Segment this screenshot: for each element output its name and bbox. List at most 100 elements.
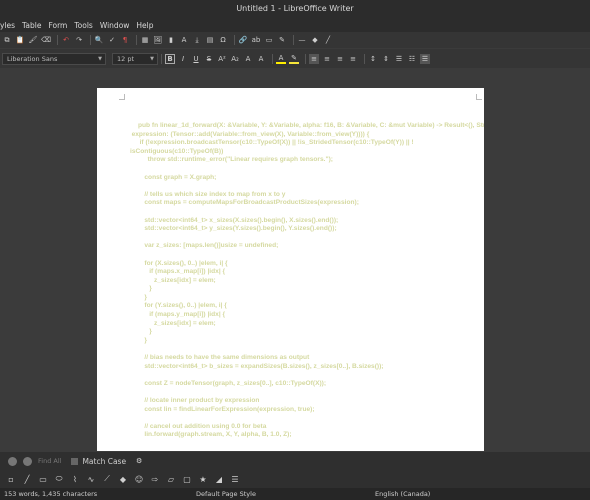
document-line[interactable] xyxy=(130,388,470,397)
line-tool-icon[interactable]: ╱ xyxy=(22,474,32,484)
document-line[interactable]: } xyxy=(130,294,470,303)
document-line[interactable]: } xyxy=(130,337,470,346)
ellipse-icon[interactable]: ⬭ xyxy=(54,474,64,484)
line-spacing-icon[interactable]: ↕ xyxy=(368,54,378,64)
document-body-text[interactable]: pub fn linear_1d_forward(X: &Variable, Y… xyxy=(130,122,484,440)
language[interactable]: English (Canada) xyxy=(375,490,430,498)
document-line[interactable]: if (!expression.broadcastTensor(c10::Typ… xyxy=(130,139,470,148)
callouts-icon[interactable]: ▢ xyxy=(182,474,192,484)
document-line[interactable]: const graph = X.graph; xyxy=(130,174,470,183)
insert-image-icon[interactable]: 🖼 xyxy=(153,35,163,45)
fontwork-icon[interactable]: ☰ xyxy=(230,474,240,484)
document-line[interactable]: throw std::runtime_error("Linear require… xyxy=(130,156,470,165)
highlight-color-icon[interactable]: A xyxy=(276,54,286,64)
document-line[interactable]: // bias needs to have the same dimension… xyxy=(130,354,470,363)
document-line[interactable]: for (X.sizes(), 0..) |elem, i| { xyxy=(130,260,470,269)
copy-icon[interactable]: ⧉ xyxy=(2,35,12,45)
document-line[interactable]: expression: (Tensor::add(Variable::from_… xyxy=(130,131,470,140)
document-line[interactable]: for (Y.sizes(), 0..) |elem, i| { xyxy=(130,302,470,311)
document-line[interactable]: // cancel out addition using 0.0 for bet… xyxy=(130,423,470,432)
redo-icon[interactable]: ↷ xyxy=(74,35,84,45)
menu-item-form[interactable]: Form xyxy=(48,21,67,30)
basic-shapes-icon[interactable]: ◆ xyxy=(118,474,128,484)
clear-formatting-icon[interactable]: ⌫ xyxy=(41,35,51,45)
shadow-icon[interactable]: A xyxy=(243,54,253,64)
formatting-marks-icon[interactable]: ¶ xyxy=(120,35,130,45)
align-center-icon[interactable]: ≡ xyxy=(322,54,332,64)
track-changes-icon[interactable]: ✎ xyxy=(277,35,287,45)
font-name-box[interactable]: Liberation Sans ▼ xyxy=(2,52,106,65)
superscript-icon[interactable]: A² xyxy=(217,54,227,64)
menu-item-styles[interactable]: yles xyxy=(0,21,15,30)
special-character-icon[interactable]: Ω xyxy=(218,35,228,45)
document-line[interactable]: } xyxy=(130,328,470,337)
document-line[interactable]: // tells us which size index to map from… xyxy=(130,191,470,200)
find-replace-gear-icon[interactable]: ⚙ xyxy=(134,456,144,466)
word-count[interactable]: 153 words, 1,435 characters xyxy=(4,490,97,498)
paragraph-spacing-icon[interactable]: ⇕ xyxy=(381,54,391,64)
document-line[interactable] xyxy=(130,251,470,260)
document-line[interactable] xyxy=(130,234,470,243)
document-line[interactable]: std::vector<int64_t> y_sizes(Y.sizes().b… xyxy=(130,225,470,234)
document-line[interactable]: z_sizes[idx] = elem; xyxy=(130,320,470,329)
flowchart-icon[interactable]: ▱ xyxy=(166,474,176,484)
document-line[interactable]: lin.forward(graph.stream, X, Y, alpha, B… xyxy=(130,431,470,440)
justify-icon[interactable]: ≡ xyxy=(348,54,358,64)
document-line[interactable]: isContiguous(c10::TypeOf(B)) xyxy=(130,148,470,157)
footnote-icon[interactable]: ab xyxy=(251,35,261,45)
rectangle-icon[interactable]: ▭ xyxy=(38,474,48,484)
undo-icon[interactable]: ↶ xyxy=(61,35,71,45)
document-page[interactable]: pub fn linear_1d_forward(X: &Variable, Y… xyxy=(97,88,484,451)
shapes-icon[interactable]: ◆ xyxy=(310,35,320,45)
italic-icon[interactable]: I xyxy=(178,54,188,64)
document-line[interactable]: if (maps.y_map[i]) |idx| { xyxy=(130,311,470,320)
draw-icon[interactable]: ╱ xyxy=(323,35,333,45)
insert-chart-icon[interactable]: ▮ xyxy=(166,35,176,45)
find-all-button[interactable]: Find All xyxy=(38,457,61,465)
polygon-icon[interactable]: ⌇ xyxy=(70,474,80,484)
outline-list-icon[interactable]: ☰ xyxy=(420,53,430,64)
line-icon[interactable]: — xyxy=(297,35,307,45)
find-previous-icon[interactable] xyxy=(8,456,17,466)
3d-objects-icon[interactable]: ◢ xyxy=(214,474,224,484)
underline-icon[interactable]: U xyxy=(191,54,201,64)
subscript-icon[interactable]: A₂ xyxy=(230,54,240,64)
document-line[interactable]: var z_sizes: [maps.len()]usize = undefin… xyxy=(130,242,470,251)
find-next-icon[interactable] xyxy=(23,456,32,466)
outline-icon[interactable]: A xyxy=(256,54,266,64)
document-line[interactable]: std::vector<int64_t> x_sizes(X.sizes().b… xyxy=(130,217,470,226)
comment-icon[interactable]: ▭ xyxy=(264,35,274,45)
spelling-icon[interactable]: ✓ xyxy=(107,35,117,45)
font-size-box[interactable]: 12 pt ▼ xyxy=(112,52,158,65)
document-line[interactable] xyxy=(130,208,470,217)
hyperlink-icon[interactable]: 🔗 xyxy=(238,35,248,45)
document-line[interactable] xyxy=(130,414,470,423)
curve-icon[interactable]: ∿ xyxy=(86,474,96,484)
strikethrough-icon[interactable]: S xyxy=(204,54,214,64)
stars-icon[interactable]: ★ xyxy=(198,474,208,484)
document-line[interactable]: // locate inner product by expression xyxy=(130,397,470,406)
document-line[interactable]: const Z = nodeTensor(graph, z_sizes[0..]… xyxy=(130,380,470,389)
document-line[interactable] xyxy=(130,165,470,174)
page-break-icon[interactable]: ⤓ xyxy=(192,35,202,45)
bullet-list-icon[interactable]: ☰ xyxy=(394,54,404,64)
font-color-icon[interactable]: ✎ xyxy=(289,54,299,64)
insert-table-icon[interactable]: ▦ xyxy=(140,35,150,45)
match-case-checkbox[interactable] xyxy=(71,457,79,465)
select-icon[interactable]: ▫ xyxy=(6,474,16,484)
document-line[interactable]: const maps = computeMapsForBroadcastProd… xyxy=(130,199,470,208)
document-line[interactable] xyxy=(130,345,470,354)
document-line[interactable] xyxy=(130,182,470,191)
paste-icon[interactable]: 📋 xyxy=(15,35,25,45)
symbol-shapes-icon[interactable]: ☺ xyxy=(134,474,144,484)
block-arrows-icon[interactable]: ⇨ xyxy=(150,474,160,484)
align-right-icon[interactable]: ≡ xyxy=(335,54,345,64)
bold-icon[interactable]: B xyxy=(165,53,175,64)
clone-formatting-icon[interactable]: 🖌 xyxy=(28,35,38,45)
document-workspace[interactable]: pub fn linear_1d_forward(X: &Variable, Y… xyxy=(0,68,590,451)
align-left-icon[interactable]: ≡ xyxy=(309,53,319,64)
connector-icon[interactable]: ⟋ xyxy=(102,474,112,484)
document-line[interactable]: if (maps.x_map[i]) |idx| { xyxy=(130,268,470,277)
document-line[interactable]: pub fn linear_1d_forward(X: &Variable, Y… xyxy=(130,122,484,131)
page-style[interactable]: Default Page Style xyxy=(196,490,256,498)
